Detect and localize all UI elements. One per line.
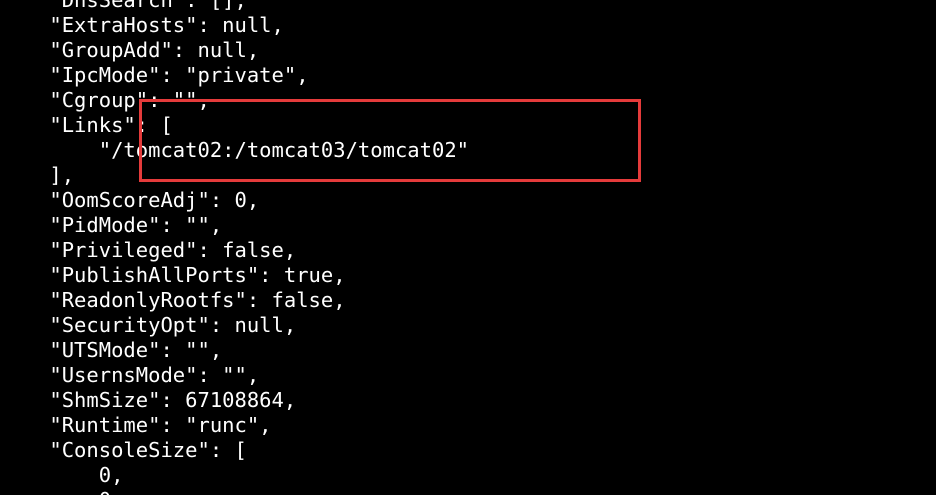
terminal-line: "ReadonlyRootfs": false,	[0, 288, 346, 312]
terminal-line: "ConsoleSize": [	[0, 438, 247, 462]
terminal-window: "DnsSearch": [], "ExtraHosts": null, "Gr…	[0, 0, 936, 495]
terminal-line: "DnsSearch": [],	[0, 0, 247, 12]
terminal-line: ],	[0, 163, 75, 187]
terminal-line: "OomScoreAdj": 0,	[0, 188, 260, 212]
terminal-line: 0,	[0, 463, 124, 487]
terminal-line: "Runtime": "runc",	[0, 413, 272, 437]
terminal-output: "DnsSearch": [], "ExtraHosts": null, "Gr…	[0, 0, 469, 495]
terminal-line: "UsernsMode": "",	[0, 363, 260, 387]
terminal-line: "/tomcat02:/tomcat03/tomcat02"	[0, 138, 469, 162]
terminal-line: "IpcMode": "private",	[0, 63, 309, 87]
terminal-line: "Privileged": false,	[0, 238, 297, 262]
terminal-line: "PublishAllPorts": true,	[0, 263, 346, 287]
terminal-line: "Cgroup": "",	[0, 88, 210, 112]
terminal-line: "ExtraHosts": null,	[0, 13, 284, 37]
terminal-line: "Links": [	[0, 113, 173, 137]
terminal-line: "ShmSize": 67108864,	[0, 388, 297, 412]
terminal-line: 0	[0, 488, 469, 495]
terminal-line: "SecurityOpt": null,	[0, 313, 297, 337]
terminal-line: "PidMode": "",	[0, 213, 223, 237]
terminal-line: "UTSMode": "",	[0, 338, 223, 362]
terminal-line: "GroupAdd": null,	[0, 38, 260, 62]
